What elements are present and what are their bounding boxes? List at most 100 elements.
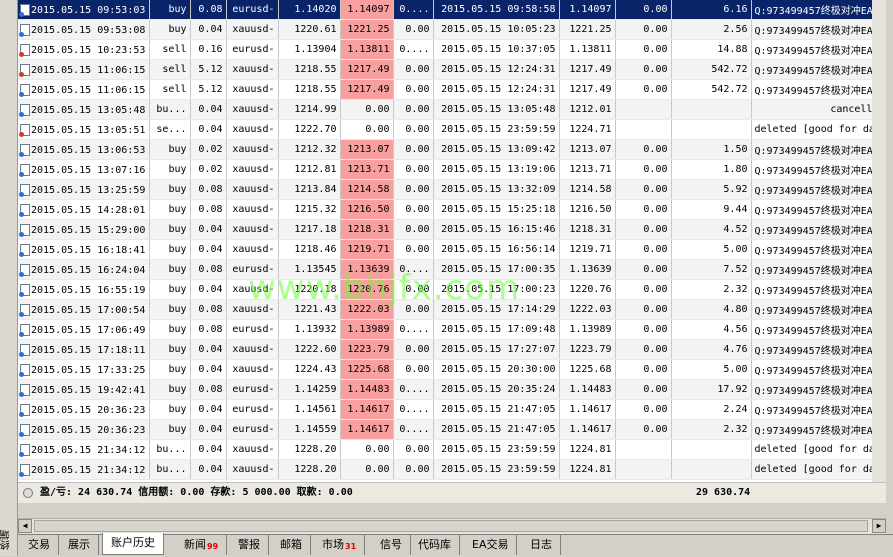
- tab-mailbox[interactable]: 邮箱: [272, 535, 311, 555]
- cell-open-price: 1218.55: [278, 59, 341, 80]
- cell-text: 1221.25: [347, 24, 390, 35]
- cell-text: deleted [good for day]: [754, 444, 887, 455]
- cell-comment: Q:973499457终极对冲EA...: [751, 59, 886, 80]
- cell-text: 0.08: [198, 204, 223, 215]
- table-row[interactable]: 2015.05.15 17:00:54 buy 0.08 xauusd- 1221.43…: [18, 299, 886, 320]
- cell-open-price: 1.14259: [278, 379, 341, 400]
- cell-text: eurusd-: [232, 324, 275, 335]
- table-row[interactable]: 2015.05.15 09:53:03 buy 0.08 eurusd- 1.14020…: [18, 0, 886, 20]
- order-icon: [19, 83, 30, 97]
- scroll-thumb[interactable]: [34, 520, 868, 532]
- history-table: 2015.05.15 09:53:03 buy 0.08 eurusd- 1.14020…: [18, 0, 886, 480]
- cell-comment: Q:973499457终极对冲EA...: [751, 19, 886, 40]
- table-row[interactable]: 2015.05.15 09:53:08 buy 0.04 xauusd- 1220.61…: [18, 19, 886, 40]
- buy-dot-icon: [19, 11, 24, 17]
- sell-dot-icon: [19, 131, 24, 137]
- tab-market[interactable]: 市场31: [314, 535, 366, 555]
- tab-exposure[interactable]: 展示: [60, 535, 99, 555]
- horizontal-scrollbar[interactable]: ◀ ▶: [18, 518, 886, 534]
- order-icon: [19, 443, 30, 457]
- table-row[interactable]: 2015.05.15 17:18:11 buy 0.04 xauusd- 1222.60…: [18, 339, 886, 360]
- cell-text: 1.80: [723, 164, 748, 175]
- cell-commission: 0.00: [393, 179, 434, 200]
- table-row[interactable]: 2015.05.15 13:25:59 buy 0.08 xauusd- 1213.84…: [18, 179, 886, 200]
- tab-badge: 99: [207, 542, 219, 551]
- tab-account-history[interactable]: 账户历史: [102, 533, 164, 555]
- cell-text: 1217.49: [569, 64, 612, 75]
- table-row[interactable]: 2015.05.15 17:33:25 buy 0.04 xauusd- 1224.43…: [18, 359, 886, 380]
- cell-volume: 0.04: [190, 19, 227, 40]
- tab-badge: 31: [345, 542, 357, 551]
- scroll-right-arrow-icon[interactable]: ▶: [872, 519, 886, 533]
- table-row[interactable]: 2015.05.15 19:42:41 buy 0.08 eurusd- 1.14259…: [18, 379, 886, 400]
- tab-experts[interactable]: EA交易: [464, 535, 518, 555]
- cell-text: 1213.71: [569, 164, 612, 175]
- cell-text: 0.00: [643, 344, 668, 355]
- tab-signals[interactable]: 信号: [372, 535, 411, 555]
- cell-type: buy: [149, 359, 191, 380]
- table-row[interactable]: 2015.05.15 11:06:15 sell 5.12 xauusd- 1218.5…: [18, 79, 886, 100]
- tab-journal[interactable]: 日志: [522, 535, 561, 555]
- vertical-scrollbar[interactable]: [872, 0, 886, 502]
- cell-open-time: 2015.05.15 16:18:41: [18, 239, 150, 260]
- cell-comment: Q:973499457终极对冲EA...: [751, 279, 886, 300]
- cell-text: 1224.81: [569, 444, 612, 455]
- table-row[interactable]: 2015.05.15 21:34:12 bu... 0.04 xauusd- 1228.…: [18, 459, 886, 480]
- order-icon: [19, 463, 30, 477]
- cell-text: Q:973499457终极对冲EA...: [754, 266, 887, 277]
- table-row[interactable]: 2015.05.15 15:29:00 buy 0.04 xauusd- 1217.18…: [18, 219, 886, 240]
- cell-text: 1228.20: [294, 444, 337, 455]
- table-row[interactable]: 2015.05.15 13:06:53 buy 0.02 xauusd- 1212.32…: [18, 139, 886, 160]
- tab-news[interactable]: 新闻99: [176, 535, 228, 555]
- buy-dot-icon: [19, 171, 24, 177]
- cell-close-time: 2015.05.15 16:56:14: [433, 239, 560, 260]
- cell-text: 1.14483: [347, 384, 390, 395]
- table-row[interactable]: 2015.05.15 16:24:04 buy 0.08 eurusd- 1.13545…: [18, 259, 887, 280]
- cell-text: 4.80: [723, 304, 748, 315]
- cell-text: 0....: [399, 264, 430, 275]
- cell-symbol: eurusd-: [226, 259, 279, 280]
- cell-comment: Q:973499457终极对冲EA...: [751, 39, 887, 60]
- cell-text: 1225.68: [347, 364, 390, 375]
- table-row[interactable]: 2015.05.15 21:34:12 bu... 0.04 xauusd- 1228.…: [18, 439, 887, 460]
- cell-text: 9.44: [723, 204, 748, 215]
- order-icon: [19, 263, 30, 277]
- history-table-container[interactable]: 2015.05.15 09:53:03 buy 0.08 eurusd- 1.14020…: [18, 0, 886, 502]
- cell-close-time: 2015.05.15 13:19:06: [433, 159, 560, 180]
- cell-text: Q:973499457终极对冲EA...: [754, 46, 887, 57]
- table-row[interactable]: 2015.05.15 13:05:51 se... 0.04 xauusd- 1222.…: [18, 119, 886, 140]
- table-row[interactable]: 2015.05.15 17:06:49 buy 0.08 eurusd- 1.13932…: [18, 319, 886, 340]
- tab-alerts[interactable]: 警报: [230, 535, 269, 555]
- cell-symbol: xauusd-: [226, 99, 279, 120]
- table-row[interactable]: 2015.05.15 13:07:16 buy 0.02 xauusd- 1212.81…: [18, 159, 886, 180]
- cell-symbol: xauusd-: [226, 79, 279, 100]
- cell-swap: 0.00: [615, 239, 672, 260]
- cell-type: buy: [149, 239, 191, 260]
- cell-text: 5.12: [198, 84, 223, 95]
- cell-text: 0.04: [198, 424, 223, 435]
- cell-text: 0.00: [643, 304, 668, 315]
- cell-commission: 0....: [393, 419, 434, 440]
- table-row[interactable]: 2015.05.15 20:36:23 buy 0.04 eurusd- 1.14561…: [18, 399, 886, 420]
- cell-type: bu...: [149, 459, 191, 480]
- scroll-left-arrow-icon[interactable]: ◀: [18, 519, 32, 533]
- table-row[interactable]: 2015.05.15 11:06:15 sell 5.12 xauusd- 1218.5…: [18, 59, 886, 80]
- table-row[interactable]: 2015.05.15 16:18:41 buy 0.04 xauusd- 1218.46…: [18, 239, 886, 260]
- tab-code-base[interactable]: 代码库: [410, 535, 460, 555]
- cell-open-time: 2015.05.15 20:36:23: [18, 399, 150, 420]
- cell-text: 1219.71: [569, 244, 612, 255]
- table-row[interactable]: 2015.05.15 13:05:48 bu... 0.04 xauusd- 1214.…: [18, 99, 886, 120]
- account-summary-row: 盈/亏: 24 630.74 信用额: 0.00 存款: 5 000.00 取款…: [18, 482, 886, 503]
- table-row[interactable]: 2015.05.15 16:55:19 buy 0.04 xauusd- 1220.18…: [18, 279, 886, 300]
- table-row[interactable]: 2015.05.15 14:28:01 buy 0.08 xauusd- 1215.32…: [18, 199, 886, 220]
- cell-text: 1223.79: [347, 344, 390, 355]
- cell-text: 2015.05.15 16:56:14: [441, 244, 556, 255]
- cell-volume: 0.04: [190, 219, 227, 240]
- table-row[interactable]: 2015.05.15 10:23:53 sell 0.16 eurusd- 1.1390…: [18, 39, 887, 60]
- cell-text: buy: [168, 264, 187, 275]
- cell-text: 2015.05.15 10:37:05: [441, 44, 556, 55]
- tab-trade[interactable]: 交易: [20, 535, 59, 555]
- cell-text: 0.00: [365, 104, 390, 115]
- cell-open-price: 1220.18: [278, 279, 341, 300]
- table-row[interactable]: 2015.05.15 20:36:23 buy 0.04 eurusd- 1.14559…: [18, 419, 886, 440]
